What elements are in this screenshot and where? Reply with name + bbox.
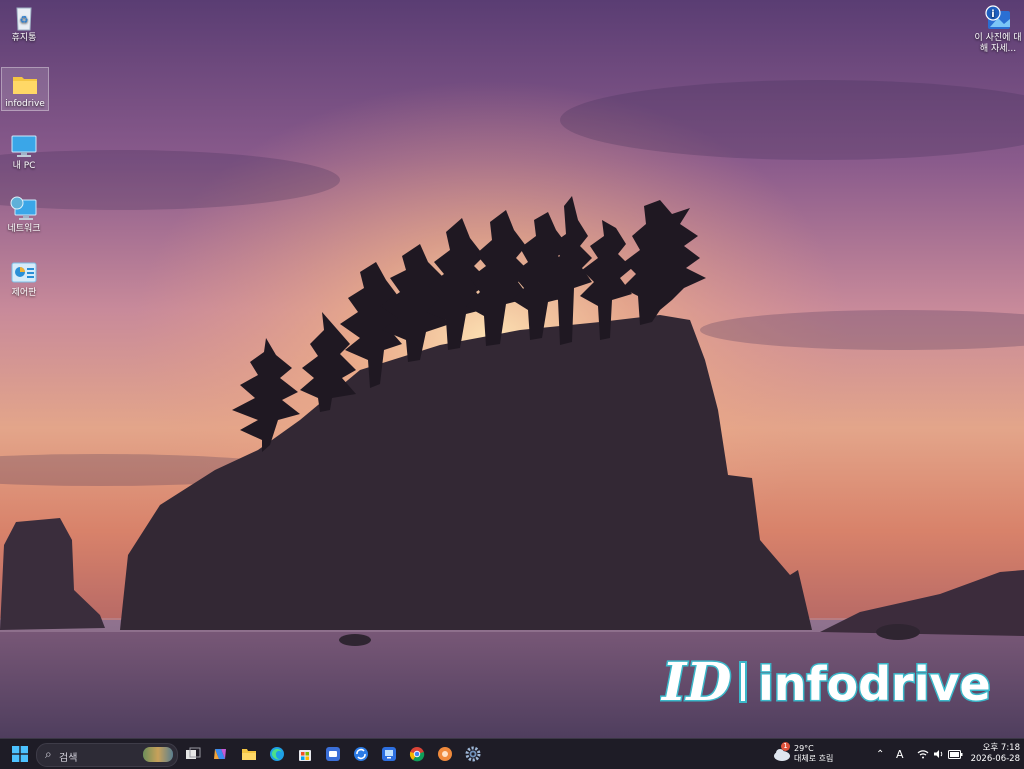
watermark-text: infodrive <box>758 657 991 711</box>
desktop-icon-label: 휴지통 <box>11 33 37 43</box>
search-icon: ⌕ <box>45 747 52 761</box>
desktop-icon-label: infodrive <box>5 99 45 109</box>
settings-icon[interactable] <box>463 744 483 764</box>
infodrive-watermark: ID infodrive <box>660 651 992 715</box>
desktop-icon-control-panel[interactable]: 제어판 <box>1 257 47 299</box>
cloud-icon: 1 <box>772 742 792 762</box>
search-placeholder: 검색 <box>59 753 78 764</box>
desktop-icon-this-pc[interactable]: 내 PC <box>1 130 47 172</box>
file-explorer-icon[interactable] <box>239 744 259 764</box>
app-orange-icon[interactable] <box>435 744 455 764</box>
desktop-wallpaper <box>0 0 1024 738</box>
windows-logo-icon <box>12 746 28 762</box>
folder-icon <box>11 71 39 97</box>
weather-desc: 대체로 흐림 <box>794 754 834 763</box>
learn-about-picture-icon: i <box>984 5 1012 31</box>
desktop-icon-label: 내 PC <box>12 161 36 171</box>
weather-alert-badge: 1 <box>781 742 790 751</box>
desktop-icon-label: 제어판 <box>11 288 37 298</box>
ime-label: A <box>896 747 904 761</box>
control-panel-icon <box>10 260 38 286</box>
clock-date: 2026-06-28 <box>970 754 1020 764</box>
show-hidden-icons-button[interactable]: ⌃ <box>876 739 884 769</box>
copilot-icon[interactable] <box>210 744 230 764</box>
desktop-icon-infodrive[interactable]: infodrive <box>1 67 49 111</box>
network-icon <box>10 196 38 222</box>
recycle-bin-icon: ♻ <box>10 5 38 31</box>
app-remote-icon[interactable] <box>379 744 399 764</box>
store-icon[interactable] <box>295 744 315 764</box>
search-highlight-image <box>143 747 173 762</box>
wifi-icon[interactable] <box>917 739 929 769</box>
svg-text:i: i <box>991 9 994 20</box>
clock-time: 오후 7:18 <box>982 743 1020 753</box>
taskbar-search-box[interactable]: ⌕ 검색 <box>36 743 178 767</box>
chrome-icon[interactable] <box>407 744 427 764</box>
taskbar: ⌕ 검색 1 29°C 대체로 흐림 ⌃ A 오후 7:18 2026-06-2… <box>0 738 1024 769</box>
desktop-icon-label: 이 사진에 대해 자세... <box>974 33 1022 54</box>
edge-icon[interactable] <box>267 744 287 764</box>
desktop-icon-label: 네트워크 <box>7 224 41 234</box>
clock[interactable]: 오후 7:18 2026-06-28 <box>968 739 1020 769</box>
chevron-up-icon: ⌃ <box>876 748 885 760</box>
app-sync-icon[interactable] <box>351 744 371 764</box>
weather-temp: 29°C <box>794 744 814 753</box>
desktop-icon-recycle-bin[interactable]: ♻ 휴지통 <box>1 2 47 44</box>
app-blue-icon[interactable] <box>323 744 343 764</box>
desktop-icon-network[interactable]: 네트워크 <box>1 193 47 235</box>
ime-indicator[interactable]: A <box>896 739 904 769</box>
watermark-mark: ID <box>660 652 731 713</box>
monitor-icon <box>10 133 38 159</box>
svg-text:♻: ♻ <box>20 15 29 26</box>
desktop-icon-spotlight[interactable]: i 이 사진에 대해 자세... <box>974 2 1022 55</box>
task-view-icon[interactable] <box>183 744 203 764</box>
weather-widget[interactable]: 1 29°C 대체로 흐림 <box>772 739 833 769</box>
volume-icon[interactable] <box>933 739 945 769</box>
start-button[interactable] <box>10 744 30 764</box>
battery-icon[interactable] <box>948 739 963 769</box>
